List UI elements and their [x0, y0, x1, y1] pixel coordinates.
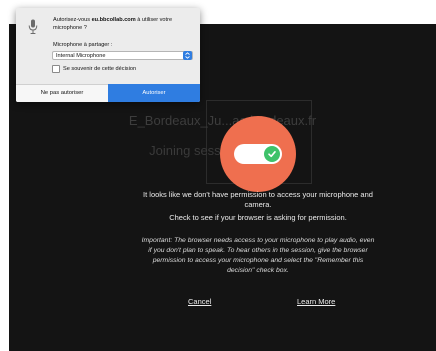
check-icon [264, 146, 280, 162]
chevron-updown-icon [183, 51, 192, 60]
permission-indicator [220, 116, 296, 192]
microphone-icon [28, 19, 38, 40]
session-title: E_Bordeaux_Ju...ac-bordeaux.fr [128, 113, 317, 128]
remember-decision-checkbox[interactable]: Se souvenir de cette décision [52, 65, 136, 73]
microphone-select[interactable]: Internal Microphone [52, 51, 193, 60]
selected-device: Internal Microphone [56, 53, 106, 59]
popup-question: Autorisez-vous eu.bbcollab.com à utilise… [53, 17, 173, 31]
popup-domain: eu.bbcollab.com [91, 17, 136, 23]
permission-message: It looks like we don't have permission t… [143, 190, 373, 209]
cancel-link[interactable]: Cancel [188, 297, 211, 306]
learn-more-link[interactable]: Learn More [297, 297, 335, 306]
permission-hint: Check to see if your browser is asking f… [169, 213, 347, 222]
microphone-share-label: Microphone à partager : [53, 42, 113, 48]
microphone-permission-popup: Autorisez-vous eu.bbcollab.com à utilise… [16, 8, 200, 102]
permission-toggle [234, 144, 282, 164]
remember-decision-label: Se souvenir de cette décision [63, 66, 137, 72]
allow-button[interactable]: Autoriser [108, 84, 200, 102]
checkbox-box[interactable] [52, 65, 60, 73]
deny-button[interactable]: Ne pas autoriser [16, 84, 108, 102]
permission-important-note: Important: The browser needs access to y… [141, 237, 375, 274]
